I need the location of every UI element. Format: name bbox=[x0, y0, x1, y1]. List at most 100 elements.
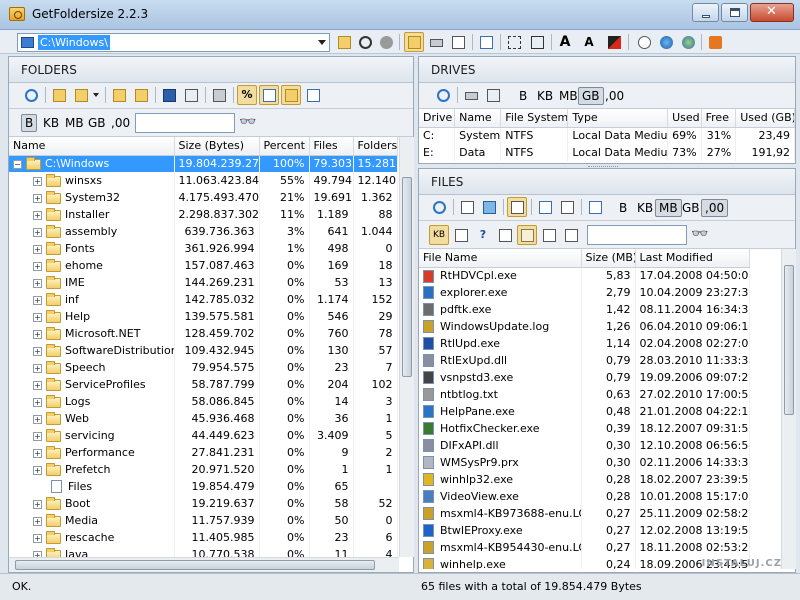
folder-name-cell[interactable]: + Java bbox=[9, 546, 175, 557]
folder-name-cell[interactable]: + Fonts bbox=[9, 240, 175, 257]
tree-view-toggle[interactable] bbox=[259, 85, 279, 105]
table-row[interactable]: C:SystemNTFSLocal Data Medium69%31%23,49 bbox=[419, 127, 795, 144]
filter-type-button[interactable] bbox=[451, 225, 471, 245]
expand-toggle-icon[interactable]: + bbox=[33, 380, 42, 390]
folder-name-cell[interactable]: + SoftwareDistribution bbox=[9, 342, 175, 359]
table-row[interactable]: msxml4-KB954430-enu.LOG 0,27 18.11.2008 02… bbox=[419, 539, 750, 556]
maximize-button[interactable] bbox=[721, 3, 748, 22]
expand-toggle-icon[interactable]: + bbox=[33, 261, 42, 271]
folder-name-cell[interactable]: − C:\Windows bbox=[9, 155, 175, 172]
column-header-percent[interactable]: Percent bbox=[259, 137, 310, 156]
folder-name-cell[interactable]: + Microsoft.NET bbox=[9, 325, 175, 342]
expand-toggle-icon[interactable]: + bbox=[33, 193, 42, 203]
table-row[interactable]: + assembly 639.736.363 3% 641 1.044 bbox=[9, 223, 398, 240]
expand-toggle-icon[interactable]: + bbox=[33, 210, 42, 220]
table-row[interactable]: + IME 144.269.231 0% 53 13 bbox=[9, 274, 398, 291]
file-name-cell[interactable]: explorer.exe bbox=[419, 284, 582, 301]
table-row[interactable]: + Performance 27.841.231 0% 9 2 bbox=[9, 444, 398, 461]
table-row[interactable]: HelpPane.exe 0,48 21.01.2008 04:22:10 bbox=[419, 403, 750, 420]
color-button[interactable] bbox=[604, 32, 624, 52]
delete-folder-button[interactable] bbox=[109, 85, 129, 105]
print-button[interactable] bbox=[209, 85, 229, 105]
list-view-toggle[interactable] bbox=[507, 197, 527, 217]
language-button[interactable] bbox=[656, 32, 676, 52]
column-header-type[interactable]: Type bbox=[567, 109, 669, 128]
column-header-name[interactable]: Name bbox=[9, 137, 175, 156]
open-folder-button[interactable] bbox=[49, 85, 69, 105]
folder-name-cell[interactable]: Files bbox=[9, 478, 175, 495]
export-button[interactable] bbox=[181, 85, 201, 105]
stop-scan-button[interactable] bbox=[376, 32, 396, 52]
table-row[interactable]: WindowsUpdate.log 1,26 06.04.2010 09:06:14 bbox=[419, 318, 750, 335]
folder-name-cell[interactable]: + Web bbox=[9, 410, 175, 427]
start-scan-button[interactable] bbox=[355, 32, 375, 52]
network-button[interactable] bbox=[504, 32, 524, 52]
expand-toggle-icon[interactable]: + bbox=[33, 227, 42, 237]
table-row[interactable]: ntbtlog.txt 0,63 27.02.2010 17:00:51 bbox=[419, 386, 750, 403]
split-view-button[interactable] bbox=[557, 197, 577, 217]
table-row[interactable]: + rescache 11.405.985 0% 23 6 bbox=[9, 529, 398, 546]
folder-name-cell[interactable]: + Performance bbox=[9, 444, 175, 461]
unit-b[interactable]: B bbox=[615, 199, 631, 217]
table-row[interactable]: + SoftwareDistribution 109.432.945 0% 130 57 bbox=[9, 342, 398, 359]
expand-toggle-icon[interactable]: + bbox=[33, 431, 42, 441]
table-row[interactable]: VideoView.exe 0,28 10.01.2008 15:17:06 bbox=[419, 488, 750, 505]
expand-toggle-icon[interactable]: + bbox=[33, 465, 42, 475]
expand-toggle-icon[interactable]: + bbox=[33, 448, 42, 458]
drive-info-button[interactable] bbox=[461, 85, 481, 105]
show-files-toggle[interactable] bbox=[448, 32, 468, 52]
delete-file-button[interactable] bbox=[457, 197, 477, 217]
browse-folder-button[interactable] bbox=[334, 32, 354, 52]
folder-name-cell[interactable]: + Installer bbox=[9, 206, 175, 223]
expand-toggle-icon[interactable]: + bbox=[33, 363, 42, 373]
file-name-cell[interactable]: winhlp32.exe bbox=[419, 471, 582, 488]
table-row[interactable]: pdftk.exe 1,42 08.11.2004 16:34:30 bbox=[419, 301, 750, 318]
unit-decimals[interactable]: ,00 bbox=[107, 114, 134, 132]
table-row[interactable]: RtlExUpd.dll 0,79 28.03.2010 11:33:32 bbox=[419, 352, 750, 369]
filter-image-toggle[interactable] bbox=[517, 225, 537, 245]
folder-name-cell[interactable]: + inf bbox=[9, 291, 175, 308]
save-button[interactable] bbox=[159, 85, 179, 105]
table-row[interactable]: + inf 142.785.032 0% 1.174 152 bbox=[9, 291, 398, 308]
filter-extension-button[interactable] bbox=[495, 225, 515, 245]
folder-menu-button[interactable] bbox=[71, 85, 91, 105]
table-row[interactable]: HotfixChecker.exe 0,39 18.12.2007 09:31:52 bbox=[419, 420, 750, 437]
table-row[interactable]: − C:\Windows 19.804.239.275 100% 79.303 15.28… bbox=[9, 155, 398, 172]
file-name-cell[interactable]: msxml4-KB973688-enu.LOG bbox=[419, 505, 582, 522]
unit-kb[interactable]: KB bbox=[633, 199, 657, 217]
table-row[interactable]: + Prefetch 20.971.520 0% 1 1 bbox=[9, 461, 398, 478]
drive-scan-button[interactable] bbox=[483, 85, 503, 105]
info-button[interactable] bbox=[634, 32, 654, 52]
folder-name-cell[interactable]: + Prefetch bbox=[9, 461, 175, 478]
column-header-used-gb[interactable]: Used (GB) bbox=[735, 109, 795, 128]
column-header-files[interactable]: Files bbox=[309, 137, 354, 156]
folder-name-cell[interactable]: + Boot bbox=[9, 495, 175, 512]
table-row[interactable]: Files 19.854.479 0% 65 bbox=[9, 478, 398, 495]
folder-name-cell[interactable]: + winsxs bbox=[9, 172, 175, 189]
table-row[interactable]: + Microsoft.NET 128.459.702 0% 760 78 bbox=[9, 325, 398, 342]
folder-name-cell[interactable]: + rescache bbox=[9, 529, 175, 546]
folder-name-cell[interactable]: + assembly bbox=[9, 223, 175, 240]
folder-name-cell[interactable]: + ServiceProfiles bbox=[9, 376, 175, 393]
options-button[interactable] bbox=[476, 32, 496, 52]
expand-toggle-icon[interactable]: + bbox=[33, 397, 42, 407]
column-header-used[interactable]: Used bbox=[667, 109, 702, 128]
file-name-cell[interactable]: RtlExUpd.dll bbox=[419, 352, 582, 369]
table-row[interactable]: + Web 45.936.468 0% 36 1 bbox=[9, 410, 398, 427]
table-row[interactable]: + Media 11.757.939 0% 50 0 bbox=[9, 512, 398, 529]
file-name-cell[interactable]: WindowsUpdate.log bbox=[419, 318, 582, 335]
expand-toggle-icon[interactable]: − bbox=[13, 159, 22, 169]
table-row[interactable]: + Fonts 361.926.994 1% 498 0 bbox=[9, 240, 398, 257]
table-row[interactable]: msxml4-KB973688-enu.LOG 0,27 25.11.2009 02… bbox=[419, 505, 750, 522]
expand-files-button[interactable] bbox=[585, 197, 605, 217]
update-button[interactable] bbox=[678, 32, 698, 52]
scrollbar-thumb[interactable] bbox=[15, 560, 375, 570]
file-name-cell[interactable]: BtwIEProxy.exe bbox=[419, 522, 582, 539]
expand-toggle-icon[interactable]: + bbox=[33, 346, 42, 356]
file-name-cell[interactable]: HelpPane.exe bbox=[419, 403, 582, 420]
table-row[interactable]: DIFxAPI.dll 0,30 12.10.2008 06:56:54 bbox=[419, 437, 750, 454]
show-folders-toggle[interactable] bbox=[404, 32, 424, 52]
table-row[interactable]: RtHDVCpl.exe 5,83 17.04.2008 04:50:00 bbox=[419, 267, 750, 284]
file-name-cell[interactable]: pdftk.exe bbox=[419, 301, 582, 318]
file-name-cell[interactable]: VideoView.exe bbox=[419, 488, 582, 505]
